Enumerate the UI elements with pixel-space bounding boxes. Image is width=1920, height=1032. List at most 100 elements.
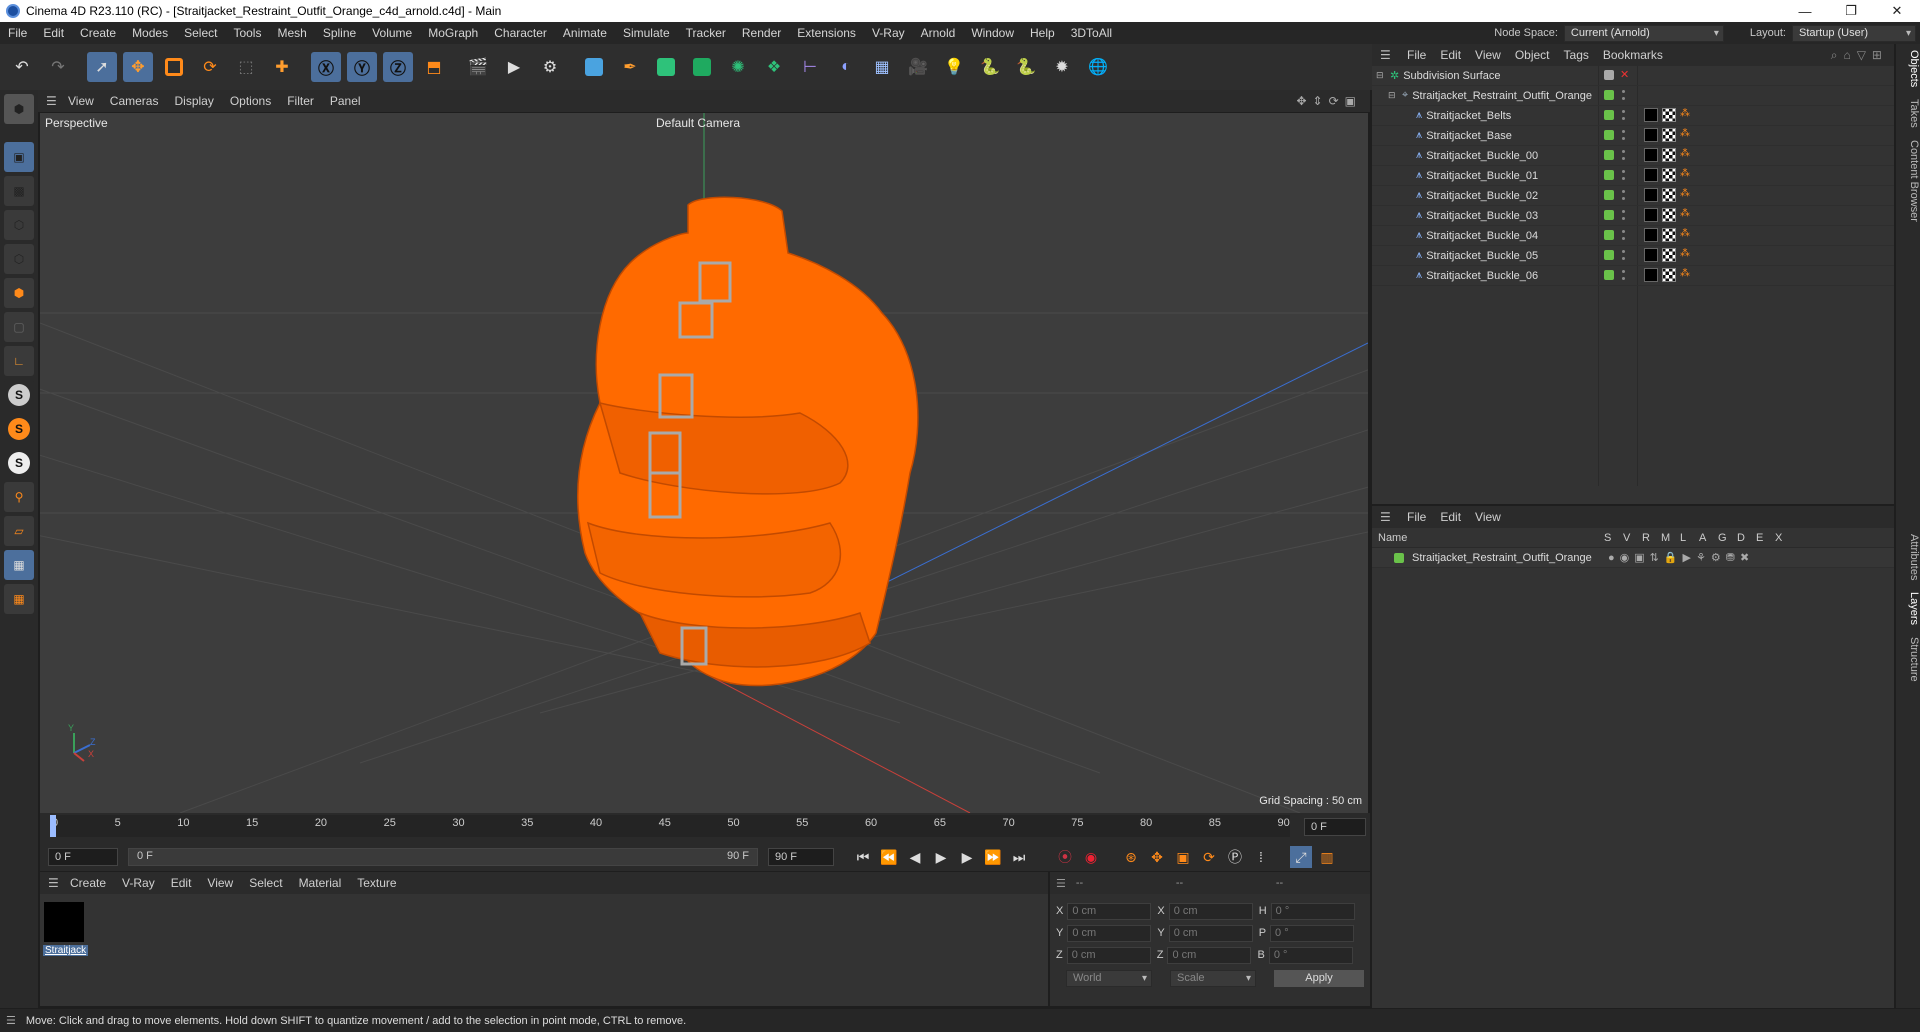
visibility-dots-icon[interactable] [1622, 250, 1625, 260]
phong-tag-icon[interactable]: ⁂ [1680, 108, 1690, 119]
timeline-ruler[interactable]: 0 5 10 15 20 25 30 35 40 45 50 55 60 65 … [40, 813, 1370, 843]
scale-tool-icon[interactable] [159, 52, 189, 82]
vp-menu-view[interactable]: View [60, 94, 102, 108]
tab-attributes[interactable]: Attributes [1896, 528, 1920, 586]
scale-dropdown[interactable]: Scale [1170, 970, 1256, 987]
layer-color-icon[interactable] [1604, 130, 1614, 140]
start-frame-field[interactable]: 0 F [48, 848, 118, 866]
pos-x-input[interactable]: 0 cm [1067, 902, 1152, 920]
mat-menu-select[interactable]: Select [241, 876, 290, 890]
undo-icon[interactable]: ↶ [7, 52, 37, 82]
visibility-dots-icon[interactable] [1622, 110, 1625, 120]
uvw-tag-icon[interactable] [1662, 108, 1676, 122]
model-mode-icon[interactable]: ▣ [4, 142, 34, 172]
uvw-tag-icon[interactable] [1662, 188, 1676, 202]
settings-gear-icon[interactable]: ✹ [1047, 52, 1077, 82]
rot-h-input[interactable]: 0 ° [1270, 902, 1355, 920]
light-object-icon[interactable]: 💡 [939, 52, 969, 82]
size-y-input[interactable]: 0 cm [1168, 924, 1253, 942]
next-key-icon[interactable]: ⏩ [982, 846, 1004, 868]
render-view-icon[interactable]: 🎬 [463, 52, 493, 82]
coordinate-system-icon[interactable]: ⬒ [419, 52, 449, 82]
snap-settings-icon[interactable]: S [4, 414, 34, 444]
material-panel-menu-icon[interactable]: ☰ [48, 876, 62, 890]
tab-content-browser[interactable]: Content Browser [1896, 134, 1920, 228]
keyframe-selection-icon[interactable]: ⊛ [1120, 846, 1142, 868]
layer-color-icon[interactable] [1604, 170, 1614, 180]
layer-color-icon[interactable] [1394, 552, 1404, 563]
object-name[interactable]: Straitjacket_Buckle_03 [1426, 210, 1538, 222]
object-name[interactable]: Straitjacket_Belts [1426, 110, 1511, 122]
uvw-tag-icon[interactable] [1662, 228, 1676, 242]
object-row-5[interactable]: ⩚ Straitjacket_Buckle_03 ⁂ [1372, 206, 1894, 226]
move-tool-icon[interactable]: ✥ [123, 52, 153, 82]
world-dropdown[interactable]: World [1066, 970, 1152, 987]
uvw-tag-icon[interactable] [1662, 148, 1676, 162]
tab-layers[interactable]: Layers [1896, 586, 1920, 631]
layer-menu-edit[interactable]: Edit [1433, 510, 1468, 524]
x-axis-lock-icon[interactable]: Ⓧ [311, 52, 341, 82]
pla-key-icon[interactable]: ⁞ [1250, 846, 1272, 868]
object-row-0[interactable]: ⩚ Straitjacket_Belts ⁂ [1372, 106, 1894, 126]
layers-panel-menu-icon[interactable]: ☰ [1380, 510, 1394, 524]
node-space-dropdown[interactable]: Current (Arnold) [1563, 24, 1724, 42]
obj-menu-edit[interactable]: Edit [1433, 48, 1468, 62]
mat-menu-view[interactable]: View [199, 876, 241, 890]
layer-color-icon[interactable] [1604, 210, 1614, 220]
phong-tag-icon[interactable]: ⁂ [1680, 208, 1690, 219]
visibility-dots-icon[interactable] [1622, 210, 1625, 220]
object-row-6[interactable]: ⩚ Straitjacket_Buckle_04 ⁂ [1372, 226, 1894, 246]
apply-button[interactable]: Apply [1274, 970, 1364, 987]
layer-color-icon[interactable] [1604, 190, 1614, 200]
rot-p-input[interactable]: 0 ° [1270, 924, 1355, 942]
tab-objects[interactable]: Objects [1896, 44, 1920, 93]
menu-extensions[interactable]: Extensions [789, 26, 864, 40]
object-name[interactable]: Straitjacket_Buckle_05 [1426, 250, 1538, 262]
material-tag-icon[interactable] [1644, 168, 1658, 182]
menu-mograph[interactable]: MoGraph [420, 26, 486, 40]
object-name[interactable]: Straitjacket_Buckle_00 [1426, 150, 1538, 162]
camera-object-icon[interactable]: 🎥 [903, 52, 933, 82]
material-thumbnail[interactable] [44, 902, 84, 942]
layer-row[interactable]: Straitjacket_Restraint_Outfit_Orange ●◉▣… [1372, 548, 1894, 568]
menu-create[interactable]: Create [72, 26, 124, 40]
magnet-icon[interactable]: ⚲ [4, 482, 34, 512]
menu-modes[interactable]: Modes [124, 26, 176, 40]
close-icon[interactable]: ✕ [1874, 3, 1920, 19]
points-mode-icon[interactable]: ⬡ [4, 210, 34, 240]
phong-tag-icon[interactable]: ⁂ [1680, 188, 1690, 199]
object-row-7[interactable]: ⩚ Straitjacket_Buckle_05 ⁂ [1372, 246, 1894, 266]
cube-object-icon[interactable] [579, 52, 609, 82]
phong-tag-icon[interactable]: ⁂ [1680, 248, 1690, 259]
vp-menu-display[interactable]: Display [166, 94, 221, 108]
material-name[interactable]: Straitjack [43, 945, 89, 956]
maximize-icon[interactable]: ❐ [1828, 3, 1874, 19]
visibility-dots-icon[interactable] [1622, 190, 1625, 200]
goto-start-icon[interactable]: ⏮ [852, 846, 874, 868]
material-tag-icon[interactable] [1644, 188, 1658, 202]
3d-viewport[interactable]: Perspective Default Camera Grid Spacing … [40, 113, 1368, 813]
layer-color-icon[interactable] [1604, 270, 1614, 280]
object-row-3[interactable]: ⩚ Straitjacket_Buckle_01 ⁂ [1372, 166, 1894, 186]
disabled-x-icon[interactable]: ✕ [1620, 68, 1629, 81]
object-row-1[interactable]: ⩚ Straitjacket_Base ⁂ [1372, 126, 1894, 146]
material-tag-icon[interactable] [1644, 248, 1658, 262]
layer-menu-view[interactable]: View [1468, 510, 1508, 524]
viewport-nav-icons[interactable]: ✥⇕⟳▣ [1296, 94, 1362, 108]
layer-menu-file[interactable]: File [1400, 510, 1433, 524]
layer-color-icon[interactable] [1604, 150, 1614, 160]
rotate-tool-icon[interactable]: ⟳ [195, 52, 225, 82]
prev-key-icon[interactable]: ⏪ [878, 846, 900, 868]
rot-b-input[interactable]: 0 ° [1268, 946, 1353, 964]
object-row-2[interactable]: ⩚ Straitjacket_Buckle_00 ⁂ [1372, 146, 1894, 166]
phong-tag-icon[interactable]: ⁂ [1680, 268, 1690, 279]
layer-color-icon[interactable] [1604, 230, 1614, 240]
redo-icon[interactable]: ↷ [43, 52, 73, 82]
menu-spline[interactable]: Spline [315, 26, 364, 40]
obj-menu-file[interactable]: File [1400, 48, 1433, 62]
coord-menu-icon[interactable]: ☰ [1056, 877, 1066, 890]
mat-menu-create[interactable]: Create [62, 876, 114, 890]
locked-workplane-icon[interactable]: ▦ [4, 584, 34, 614]
pos-y-input[interactable]: 0 cm [1067, 924, 1152, 942]
material-tag-icon[interactable] [1644, 228, 1658, 242]
